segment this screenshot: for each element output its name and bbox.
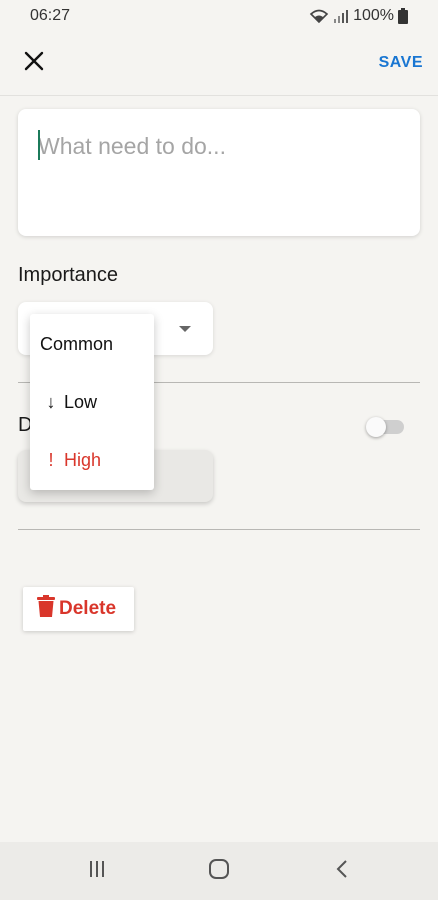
importance-dropdown-menu: Common ↓ Low ! High xyxy=(30,314,154,490)
task-input[interactable] xyxy=(38,133,400,160)
text-caret xyxy=(38,130,40,160)
status-bar: 06:27 100% xyxy=(0,0,438,32)
recent-apps-icon xyxy=(87,860,107,883)
dropdown-option-common[interactable]: Common xyxy=(30,315,154,373)
home-button[interactable] xyxy=(207,858,231,885)
system-nav-bar xyxy=(0,842,438,900)
close-icon xyxy=(24,51,44,76)
task-card xyxy=(18,109,420,236)
divider xyxy=(18,529,420,530)
battery-percent: 100% xyxy=(353,7,394,24)
trash-icon xyxy=(37,595,55,623)
home-icon xyxy=(208,858,230,885)
wifi-icon xyxy=(309,8,329,24)
arrow-down-icon: ↓ xyxy=(46,391,56,412)
back-button[interactable] xyxy=(330,859,354,883)
recent-apps-button[interactable] xyxy=(85,859,109,883)
back-icon xyxy=(335,859,349,884)
deadline-toggle[interactable] xyxy=(366,417,404,437)
dropdown-option-high[interactable]: ! High xyxy=(30,431,154,489)
app-bar: SAVE xyxy=(0,32,438,96)
delete-button[interactable]: Delete xyxy=(23,587,134,631)
toggle-thumb xyxy=(366,417,386,437)
battery-icon xyxy=(398,8,408,24)
exclamation-icon: ! xyxy=(48,449,54,470)
signal-icon xyxy=(333,8,349,24)
status-icons: 100% xyxy=(309,7,408,25)
option-label: High xyxy=(64,449,102,470)
save-button[interactable]: SAVE xyxy=(379,54,423,72)
status-time: 06:27 xyxy=(30,7,71,24)
importance-label: Importance xyxy=(18,264,119,286)
delete-label: Delete xyxy=(59,598,117,619)
dropdown-option-low[interactable]: ↓ Low xyxy=(30,373,154,431)
option-label: Low xyxy=(64,391,98,412)
dropdown-arrow-icon xyxy=(179,326,191,332)
option-label: Common xyxy=(40,333,114,354)
close-button[interactable] xyxy=(20,49,48,77)
